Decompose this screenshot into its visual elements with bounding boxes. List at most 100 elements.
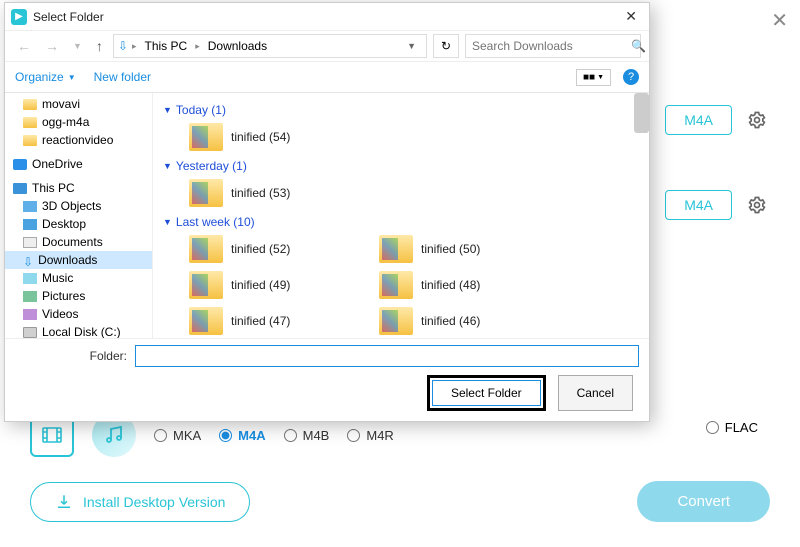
tree-item-movavi[interactable]: movavi xyxy=(5,95,152,113)
item-label: tinified (53) xyxy=(231,186,290,200)
format-option-m4r[interactable]: M4R xyxy=(347,428,393,443)
group-today[interactable]: ▼Today (1) xyxy=(163,103,643,117)
tree-item-downloads[interactable]: ⇩ Downloads xyxy=(5,251,152,269)
tree-label: 3D Objects xyxy=(42,199,101,213)
format-option-m4b[interactable]: M4B xyxy=(284,428,330,443)
folder-input[interactable] xyxy=(135,345,639,367)
select-folder-dialog: ▶ Select Folder ✕ ← → ▼ ↑ ⇩ ▸ This PC ▸ … xyxy=(4,2,650,422)
dialog-navbar: ← → ▼ ↑ ⇩ ▸ This PC ▸ Downloads ▼ ↻ 🔍 xyxy=(5,31,649,61)
nav-up-icon[interactable]: ↑ xyxy=(92,36,107,56)
radio-mka[interactable] xyxy=(154,429,167,442)
downloads-icon: ⇩ xyxy=(23,255,33,266)
tree-item-desktop[interactable]: Desktop xyxy=(5,215,152,233)
tree-label: This PC xyxy=(32,181,75,195)
output-row-2: M4A xyxy=(665,190,770,220)
search-icon[interactable]: 🔍 xyxy=(631,39,646,53)
radio-m4a[interactable] xyxy=(219,429,232,442)
cancel-button[interactable]: Cancel xyxy=(558,375,633,411)
nav-tree[interactable]: movavi ogg-m4a reactionvideo OneDrive Th… xyxy=(5,93,153,338)
gear-icon-2[interactable] xyxy=(744,192,770,218)
nav-back-icon[interactable]: ← xyxy=(13,36,35,56)
group-yesterday[interactable]: ▼ Yesterday (1) xyxy=(163,159,643,173)
tree-item-3d-objects[interactable]: 3D Objects xyxy=(5,197,152,215)
select-folder-button[interactable]: Select Folder xyxy=(432,380,541,406)
format-option-mka[interactable]: MKA xyxy=(154,428,201,443)
item-label: tinified (46) xyxy=(421,314,480,328)
app-logo-icon: ▶ xyxy=(11,9,27,25)
app-close-icon[interactable]: ✕ xyxy=(771,8,788,33)
tree-item-onedrive[interactable]: OneDrive xyxy=(5,155,152,173)
chevron-down-icon: ▼ xyxy=(163,217,172,227)
new-folder-button[interactable]: New folder xyxy=(94,70,151,84)
tree-item-local-disk[interactable]: Local Disk (C:) xyxy=(5,323,152,338)
list-item[interactable]: tinified (52) xyxy=(189,233,359,265)
tree-item-music[interactable]: Music xyxy=(5,269,152,287)
tree-label: Desktop xyxy=(42,217,86,231)
install-desktop-button[interactable]: Install Desktop Version xyxy=(30,482,250,522)
tree-item-this-pc[interactable]: This PC xyxy=(5,179,152,197)
dialog-footer: Folder: Select Folder Cancel xyxy=(5,338,649,421)
music-icon xyxy=(23,273,37,284)
view-icon: ■■ xyxy=(583,72,595,83)
radio-m4r[interactable] xyxy=(347,429,360,442)
tree-label: Local Disk (C:) xyxy=(42,325,121,338)
output-row-1: M4A xyxy=(665,105,770,135)
item-label: tinified (48) xyxy=(421,278,480,292)
tree-label: Music xyxy=(42,271,73,285)
dialog-close-icon[interactable]: ✕ xyxy=(619,6,643,27)
content-scrollbar[interactable] xyxy=(634,93,649,338)
folder-thumb-icon xyxy=(379,271,413,299)
list-item[interactable]: tinified (48) xyxy=(379,269,549,301)
folder-thumb-icon xyxy=(189,235,223,263)
item-label: tinified (52) xyxy=(231,242,290,256)
breadcrumb-this-pc[interactable]: This PC xyxy=(141,37,192,55)
disk-icon xyxy=(23,327,37,338)
nav-forward-icon[interactable]: → xyxy=(41,36,63,56)
group-last-week[interactable]: ▼Last week (10) xyxy=(163,215,643,229)
list-item[interactable]: tinified (46) xyxy=(379,305,549,337)
view-options-button[interactable]: ■■▼ xyxy=(576,69,611,86)
group-label: Today (1) xyxy=(176,103,226,117)
onedrive-icon xyxy=(13,159,27,170)
folder-content[interactable]: ▼Today (1) tinified (54) ▼Yesterday (1) … xyxy=(153,93,649,338)
format-option-m4a[interactable]: M4A xyxy=(219,428,265,443)
pictures-icon xyxy=(23,291,37,302)
folder-thumb-icon xyxy=(379,235,413,263)
refresh-button[interactable]: ↻ xyxy=(433,34,459,58)
tree-label: Downloads xyxy=(38,253,97,267)
tree-item-documents[interactable]: Documents xyxy=(5,233,152,251)
group-label: Yesterday (1) xyxy=(176,159,247,173)
tree-item-ogg-m4a[interactable]: ogg-m4a xyxy=(5,113,152,131)
item-label: tinified (47) xyxy=(231,314,290,328)
chevron-down-icon: ▼ xyxy=(163,161,172,171)
breadcrumb-downloads[interactable]: Downloads xyxy=(204,37,271,55)
convert-button[interactable]: Convert xyxy=(637,481,770,522)
format-m4a-button[interactable]: M4A xyxy=(665,105,732,135)
address-dropdown-icon[interactable]: ▼ xyxy=(401,39,422,53)
list-item[interactable]: tinified (53) xyxy=(189,177,359,209)
folder-icon xyxy=(23,135,37,146)
radio-mka-label: MKA xyxy=(173,428,201,443)
nav-recent-dropdown-icon[interactable]: ▼ xyxy=(69,39,86,53)
tree-item-pictures[interactable]: Pictures xyxy=(5,287,152,305)
folder-thumb-icon xyxy=(189,307,223,335)
tree-item-videos[interactable]: Videos xyxy=(5,305,152,323)
list-item[interactable]: tinified (49) xyxy=(189,269,359,301)
list-item[interactable]: tinified (54) xyxy=(189,121,359,153)
tree-item-reactionvideo[interactable]: reactionvideo xyxy=(5,131,152,149)
address-bar[interactable]: ⇩ ▸ This PC ▸ Downloads ▼ xyxy=(113,34,427,58)
radio-m4b-label: M4B xyxy=(303,428,330,443)
item-label: tinified (50) xyxy=(421,242,480,256)
list-item[interactable]: tinified (47) xyxy=(189,305,359,337)
dialog-body: movavi ogg-m4a reactionvideo OneDrive Th… xyxy=(5,93,649,338)
radio-m4b[interactable] xyxy=(284,429,297,442)
gear-icon[interactable] xyxy=(744,107,770,133)
format-m4a-button-2[interactable]: M4A xyxy=(665,190,732,220)
help-icon[interactable]: ? xyxy=(623,69,639,85)
organize-menu[interactable]: Organize ▼ xyxy=(15,70,76,84)
list-item[interactable]: tinified (50) xyxy=(379,233,549,265)
search-box[interactable]: 🔍 xyxy=(465,34,641,58)
search-input[interactable] xyxy=(472,39,627,53)
chevron-right-icon: ▸ xyxy=(132,41,137,52)
scrollbar-thumb[interactable] xyxy=(634,93,649,133)
